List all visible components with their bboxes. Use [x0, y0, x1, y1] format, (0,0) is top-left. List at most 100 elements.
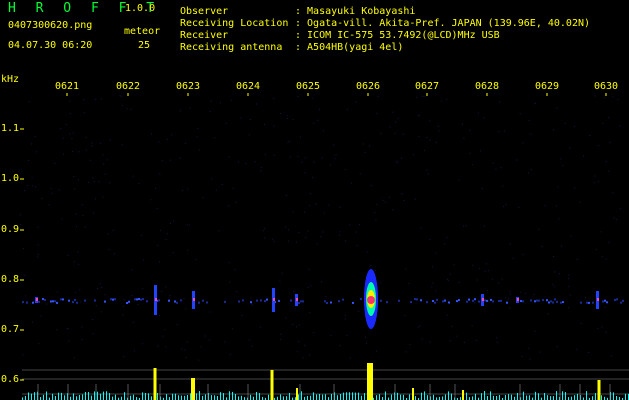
noise-dot	[597, 181, 599, 183]
noise-bar	[220, 392, 221, 400]
carrier-trace	[548, 301, 550, 304]
noise-dot	[316, 243, 318, 245]
noise-dot	[102, 154, 104, 156]
noise-dot	[521, 355, 523, 357]
noise-dot	[293, 290, 295, 292]
noise-dot	[123, 356, 125, 358]
noise-dot	[355, 231, 357, 233]
noise-dot	[419, 325, 421, 327]
noise-dot	[328, 204, 330, 206]
noise-dot	[224, 341, 226, 343]
noise-bar	[91, 395, 92, 400]
noise-dot	[496, 342, 498, 343]
noise-bar	[574, 395, 575, 400]
noise-dot	[333, 144, 334, 146]
noise-bar	[211, 395, 212, 400]
noise-dot	[280, 333, 282, 335]
noise-bar	[280, 394, 281, 400]
noise-dot	[510, 293, 511, 295]
noise-dot	[210, 100, 212, 102]
noise-dot	[20, 224, 22, 226]
carrier-trace	[474, 298, 476, 301]
freq-tick-0-7: 0.7	[1, 324, 20, 335]
carrier-trace	[432, 300, 434, 302]
noise-dot	[166, 233, 168, 235]
carrier-trace	[586, 301, 588, 304]
noise-dot	[598, 145, 600, 147]
noise-dot	[358, 310, 360, 312]
noise-dot	[172, 252, 174, 254]
noise-dot	[495, 168, 497, 170]
noise-dot	[92, 333, 94, 335]
noise-dot	[304, 344, 306, 346]
noise-dot	[41, 198, 43, 200]
noise-bar	[322, 394, 323, 400]
noise-dot	[85, 149, 87, 151]
noise-dot	[583, 155, 584, 157]
noise-dot	[330, 334, 332, 336]
noise-bar	[268, 394, 269, 400]
noise-dot	[469, 129, 471, 131]
carrier-trace	[76, 301, 78, 304]
noise-dot	[176, 324, 178, 325]
carrier-trace	[250, 301, 252, 304]
noise-dot	[558, 273, 560, 275]
noise-dot	[437, 125, 439, 127]
noise-dot	[307, 230, 309, 232]
noise-dot	[547, 313, 549, 315]
noise-bar	[238, 396, 239, 400]
noise-dot	[530, 169, 532, 170]
freq-tick-0-9: 0.9	[1, 224, 20, 235]
noise-dot	[344, 318, 346, 320]
noise-bar	[235, 394, 236, 400]
noise-bar	[172, 393, 173, 400]
noise-dot	[230, 99, 232, 101]
noise-dot	[254, 161, 256, 163]
noise-dot	[374, 270, 376, 272]
noise-dot	[83, 99, 85, 101]
noise-dot	[403, 200, 405, 201]
noise-bar	[46, 391, 47, 400]
noise-bar	[148, 393, 149, 400]
noise-dot	[67, 254, 69, 256]
noise-bar	[490, 391, 491, 400]
noise-dot	[248, 339, 250, 341]
noise-dot	[384, 201, 386, 203]
noise-dot	[605, 161, 607, 162]
noise-dot	[81, 204, 83, 206]
noise-dot	[231, 328, 233, 330]
noise-dot	[612, 96, 614, 98]
carrier-trace	[26, 301, 28, 304]
noise-dot	[355, 101, 357, 103]
noise-dot	[252, 304, 253, 306]
carrier-trace	[146, 300, 148, 303]
noise-dot	[544, 204, 546, 206]
noise-dot	[449, 273, 451, 275]
noise-dot	[263, 230, 265, 232]
carrier-trace	[180, 299, 182, 302]
carrier-trace	[202, 299, 204, 302]
noise-dot	[79, 288, 81, 290]
noise-dot	[122, 104, 123, 106]
noise-dot	[570, 294, 572, 296]
noise-dot	[435, 290, 436, 292]
noise-dot	[286, 115, 288, 116]
noise-dot	[204, 335, 206, 337]
noise-dot	[198, 149, 200, 151]
noise-dot	[123, 299, 125, 301]
noise-dot	[189, 224, 191, 226]
noise-dot	[85, 136, 87, 138]
noise-dot	[285, 195, 287, 196]
freq-tick-1-1: 1.1	[1, 123, 20, 134]
noise-dot	[604, 97, 606, 99]
noise-dot	[432, 282, 434, 284]
noise-dot	[528, 119, 530, 121]
time-tick-0621: 0621	[54, 81, 80, 92]
noise-dot	[323, 212, 325, 214]
noise-bar	[202, 395, 203, 400]
noise-dot	[553, 286, 555, 288]
noise-dot	[285, 226, 287, 228]
noise-dot	[31, 185, 33, 187]
noise-dot	[209, 111, 211, 112]
noise-dot	[401, 193, 403, 195]
